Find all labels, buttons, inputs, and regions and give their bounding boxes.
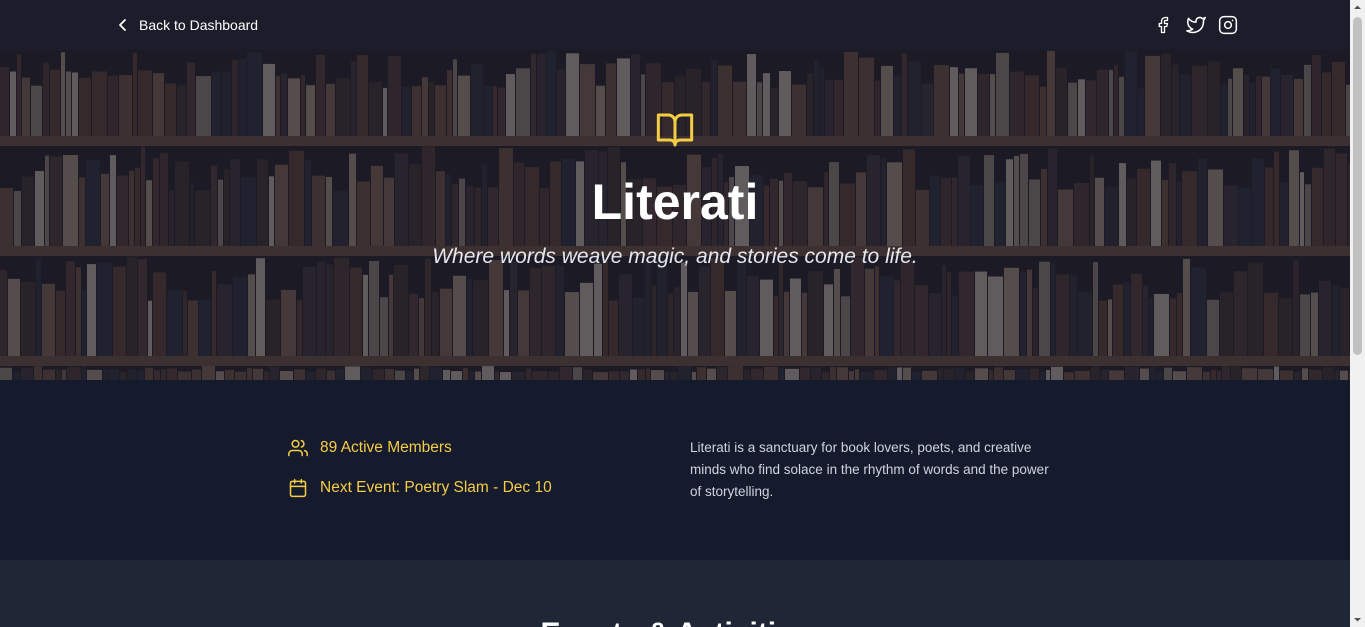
- club-description: Literati is a sanctuary for book lovers,…: [690, 440, 1049, 499]
- back-to-dashboard-link[interactable]: Back to Dashboard: [117, 14, 258, 36]
- hero-banner: Back to Dashboard Literati Where words w…: [0, 0, 1350, 380]
- scrollbar-thumb[interactable]: [1353, 17, 1362, 355]
- scroll-up-arrow-icon[interactable]: [1350, 0, 1365, 15]
- page-title: Literati: [591, 174, 759, 230]
- book-open-icon: [656, 113, 694, 147]
- users-icon: [288, 439, 308, 457]
- tagline: Where words weave magic, and stories com…: [432, 245, 918, 268]
- hero-content: Literati Where words weave magic, and st…: [0, 50, 1350, 380]
- members-stat: 89 Active Members: [288, 438, 452, 458]
- twitter-icon[interactable]: [1186, 15, 1206, 40]
- scroll-down-arrow-icon[interactable]: [1350, 612, 1365, 627]
- next-event-label: Next Event: Poetry Slam - Dec 10: [320, 479, 552, 496]
- members-count: 89 Active Members: [320, 439, 452, 456]
- facebook-icon[interactable]: [1154, 15, 1172, 40]
- chevron-left-icon: [119, 19, 126, 31]
- next-event-stat: Next Event: Poetry Slam - Dec 10: [288, 478, 552, 498]
- instagram-icon[interactable]: [1218, 15, 1238, 40]
- back-link-label: Back to Dashboard: [139, 17, 259, 33]
- calendar-icon: [289, 478, 307, 498]
- events-section-title: Events & Activities: [0, 617, 1350, 627]
- page-scrollbar[interactable]: [1350, 0, 1365, 627]
- events-section: Events & Activities: [0, 560, 1350, 627]
- club-info-section: 89 Active Members Next Event: Poetry Sla…: [0, 380, 1350, 560]
